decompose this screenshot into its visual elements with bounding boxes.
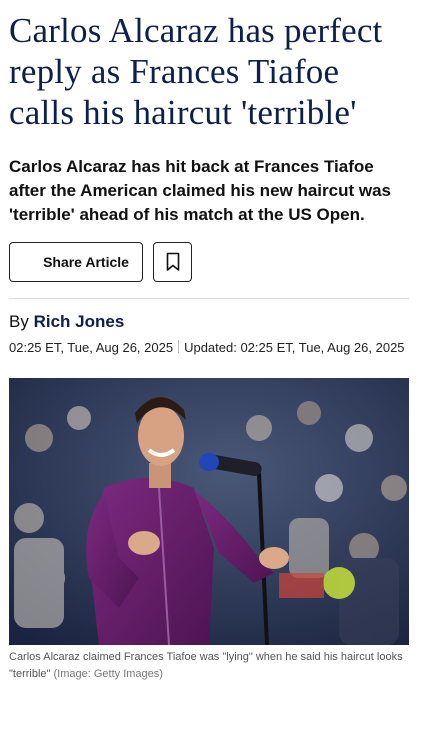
updated-time: Updated: 02:25 ET, Tue, Aug 26, 2025	[184, 340, 405, 355]
article-container: Carlos Alcaraz has perfect reply as Fran…	[0, 10, 429, 683]
bookmark-icon	[166, 252, 179, 271]
image-credit: (Image: Getty Images)	[53, 668, 163, 680]
divider	[9, 298, 409, 299]
article-standfirst: Carlos Alcaraz has hit back at Frances T…	[9, 157, 392, 224]
article-actions: Share Article	[9, 242, 410, 282]
image-caption: Carlos Alcaraz claimed Frances Tiafoe wa…	[9, 649, 410, 683]
article-headline: Carlos Alcaraz has perfect reply as Fran…	[9, 11, 383, 132]
alcaraz-photo	[9, 378, 409, 645]
share-article-label: Share Article	[43, 254, 129, 270]
author-link[interactable]: Rich Jones	[34, 312, 125, 331]
article-dates: 02:25 ET, Tue, Aug 26, 2025 Updated: 02:2…	[9, 339, 410, 357]
byline: By Rich Jones	[9, 312, 410, 332]
byline-prefix: By	[9, 312, 29, 331]
date-separator	[178, 340, 180, 353]
published-time: 02:25 ET, Tue, Aug 26, 2025	[9, 340, 174, 355]
share-article-button[interactable]: Share Article	[9, 242, 143, 282]
article-image[interactable]	[9, 378, 409, 645]
bookmark-button[interactable]	[153, 242, 192, 282]
